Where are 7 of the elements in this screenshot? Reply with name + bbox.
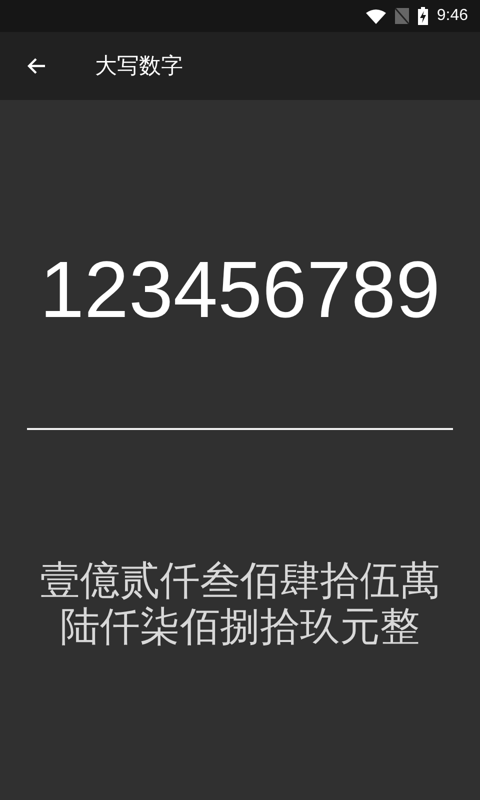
app-title: 大写数字 [95, 53, 183, 81]
result-text: 壹億贰仟叁佰肆拾伍萬陆仟柒佰捌拾玖元整 [39, 558, 441, 650]
status-time: 9:46 [436, 7, 468, 25]
number-input-field[interactable]: 123456789 [27, 244, 453, 430]
battery-charging-icon [418, 7, 428, 25]
wifi-icon [366, 8, 386, 24]
no-sim-icon [394, 8, 409, 24]
